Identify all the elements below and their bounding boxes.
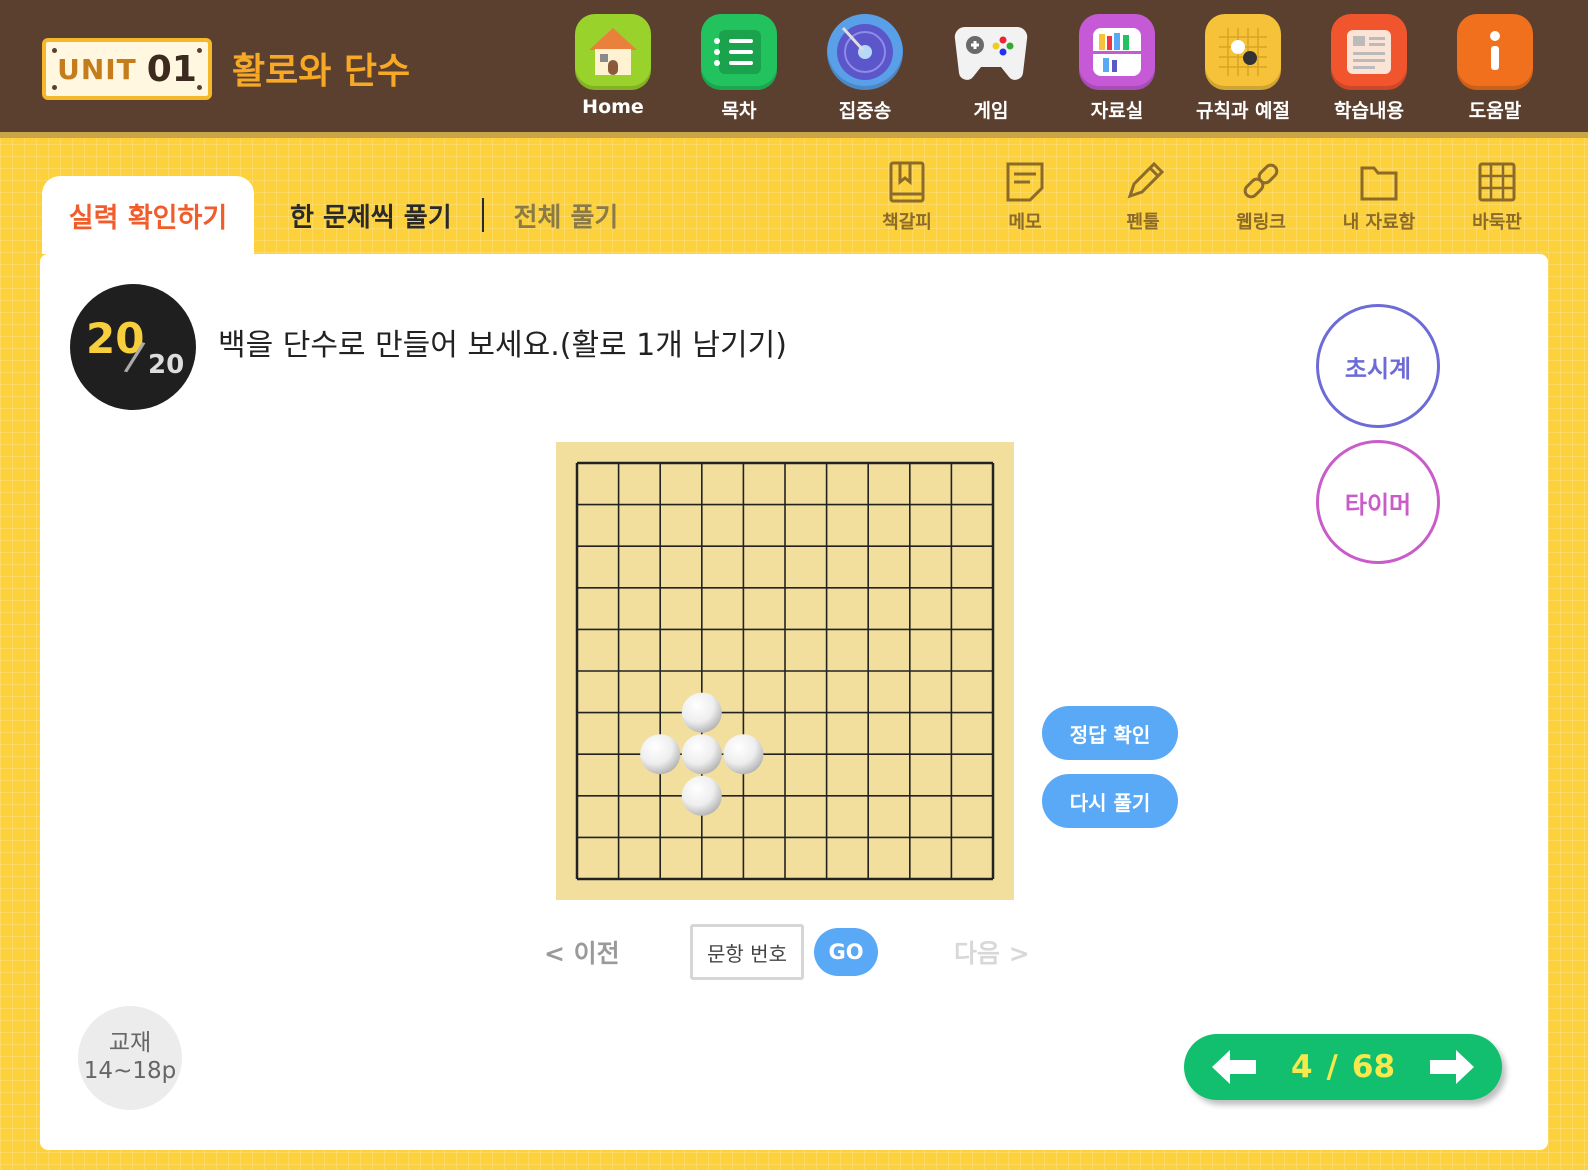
- nav-home[interactable]: Home: [550, 14, 676, 123]
- white-stone: [681, 734, 722, 775]
- tool-memo[interactable]: 메모: [966, 160, 1084, 234]
- nav-help[interactable]: 도움말: [1432, 14, 1558, 123]
- bookmark-icon: [889, 161, 925, 203]
- prev-question-button[interactable]: < 이전: [544, 934, 620, 970]
- nav-home-label: Home: [582, 96, 644, 118]
- tool-my-folder-label: 내 자료함: [1342, 212, 1416, 233]
- gamepad-icon: [953, 14, 1029, 90]
- timer-button[interactable]: 타이머: [1316, 440, 1440, 564]
- tab-skill-check[interactable]: 실력 확인하기: [42, 176, 254, 254]
- top-nav: Home 목차 집중송 게임 자료실 규칙과 예절 학습내용 도움말: [550, 14, 1558, 123]
- record-icon: [827, 14, 903, 90]
- tool-my-folder[interactable]: 내 자료함: [1320, 160, 1438, 234]
- white-stone: [640, 734, 681, 775]
- grid-icon: [1478, 162, 1516, 202]
- unit-number: 01: [146, 48, 197, 90]
- home-icon: [575, 14, 651, 90]
- stopwatch-button[interactable]: 초시계: [1316, 304, 1440, 428]
- nav-library-label: 자료실: [1090, 100, 1144, 122]
- info-icon: [1457, 14, 1533, 90]
- nav-focus-song[interactable]: 집중송: [802, 14, 928, 123]
- arrow-left-icon[interactable]: [1212, 1050, 1256, 1084]
- go-board-icon: [1205, 14, 1281, 90]
- nav-library[interactable]: 자료실: [1054, 14, 1180, 123]
- nav-rules-label: 규칙과 예절: [1195, 100, 1290, 122]
- page-navigator: 4 / 68: [1184, 1034, 1502, 1100]
- tool-pen-label: 펜툴: [1126, 212, 1160, 233]
- top-bar: UNIT 01 활로와 단수 Home 목차 집중송 게임 자료실 규칙과 예절…: [0, 0, 1588, 138]
- arrow-right-icon[interactable]: [1429, 1050, 1474, 1084]
- tool-weblink-label: 웹링크: [1236, 212, 1286, 233]
- tool-go-board-label: 바둑판: [1472, 212, 1522, 233]
- nav-game[interactable]: 게임: [928, 14, 1054, 123]
- tool-pen[interactable]: 펜툴: [1084, 160, 1202, 234]
- check-answer-button[interactable]: 정답 확인: [1042, 706, 1178, 760]
- document-icon: [1331, 14, 1407, 90]
- tool-bar: 책갈피 메모 펜툴 웹링크 내 자료함 바둑판: [848, 160, 1556, 234]
- tool-go-board[interactable]: 바둑판: [1438, 160, 1556, 234]
- page-count: 4 / 68: [1291, 1049, 1395, 1085]
- total-pages: 68: [1351, 1049, 1396, 1085]
- nav-learning-label: 학습내용: [1334, 100, 1404, 122]
- nav-rules[interactable]: 규칙과 예절: [1180, 14, 1306, 123]
- next-question-button[interactable]: 다음 >: [954, 934, 1030, 970]
- tab-one-by-one[interactable]: 한 문제씩 풀기: [290, 197, 452, 234]
- tool-bookmark[interactable]: 책갈피: [848, 160, 966, 234]
- question-text: 백을 단수로 만들어 보세요.(활로 1개 남기기): [218, 328, 787, 363]
- question-number-input[interactable]: 문항 번호: [690, 924, 804, 980]
- tool-memo-label: 메모: [1008, 212, 1042, 233]
- white-stone: [723, 734, 764, 775]
- textbook-pages-badge: 교재 14~18p: [78, 1006, 182, 1110]
- link-icon: [1243, 163, 1279, 199]
- tab-divider: [481, 198, 484, 232]
- mode-tabs: 실력 확인하기 한 문제씩 풀기 전체 풀기: [42, 176, 618, 254]
- memo-icon: [1006, 162, 1044, 202]
- page-separator: /: [1326, 1049, 1338, 1085]
- white-stone: [681, 775, 722, 816]
- total-questions: 20: [148, 350, 185, 380]
- content-panel: 20 / 20 백을 단수로 만들어 보세요.(활로 1개 남기기) 초시계 타…: [40, 254, 1548, 1150]
- unit-label: UNIT: [57, 52, 137, 86]
- retry-button[interactable]: 다시 풀기: [1042, 774, 1178, 828]
- nav-contents-label: 목차: [721, 100, 757, 122]
- textbook-pages: 14~18p: [83, 1058, 177, 1084]
- nav-focus-song-label: 집중송: [838, 100, 892, 122]
- folder-icon: [1360, 166, 1398, 201]
- tool-bookmark-label: 책갈피: [882, 212, 932, 233]
- nav-help-label: 도움말: [1468, 100, 1522, 122]
- unit-title: 활로와 단수: [232, 51, 411, 92]
- current-page: 4: [1290, 1049, 1313, 1085]
- pen-icon: [1127, 161, 1164, 199]
- nav-game-label: 게임: [973, 100, 1009, 122]
- go-board-grid: [575, 461, 995, 881]
- question-counter: 20 / 20: [70, 284, 196, 410]
- nav-learning[interactable]: 학습내용: [1306, 14, 1432, 123]
- notebook-icon: [701, 14, 777, 90]
- tool-weblink[interactable]: 웹링크: [1202, 160, 1320, 234]
- bookshelf-icon: [1079, 14, 1155, 90]
- tab-solve-all[interactable]: 전체 풀기: [514, 197, 619, 234]
- go-button[interactable]: GO: [814, 928, 878, 976]
- white-stone: [681, 692, 722, 733]
- unit-badge: UNIT 01: [42, 38, 212, 100]
- go-board[interactable]: [556, 442, 1014, 900]
- textbook-label: 교재: [108, 1030, 152, 1057]
- nav-contents[interactable]: 목차: [676, 14, 802, 123]
